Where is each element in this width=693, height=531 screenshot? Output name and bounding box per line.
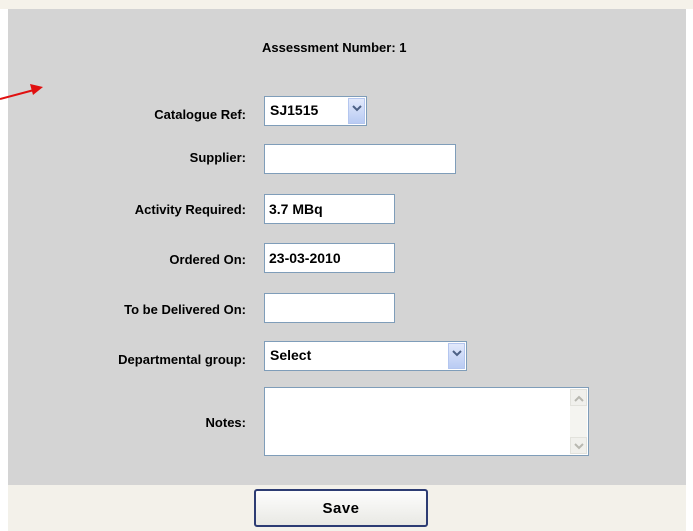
catalogue-ref-value: SJ1515	[270, 102, 319, 118]
scroll-down-icon	[574, 443, 584, 450]
catalogue-ref-label: Catalogue Ref:	[154, 107, 246, 122]
notes-textarea[interactable]	[264, 387, 589, 456]
save-button[interactable]: Save	[254, 489, 428, 527]
catalogue-ref-select[interactable]: SJ1515	[264, 96, 367, 126]
chevron-down-icon	[452, 350, 462, 357]
to-be-delivered-on-field[interactable]	[264, 293, 395, 323]
top-strip	[0, 0, 693, 9]
chevron-down-icon	[352, 105, 362, 112]
ordered-on-field[interactable]	[264, 243, 395, 273]
assessment-number: Assessment Number: 1	[262, 40, 407, 55]
departmental-group-select[interactable]: Select	[264, 341, 467, 371]
activity-required-label: Activity Required:	[134, 202, 246, 217]
catalogue-ref-dropdown-button[interactable]	[348, 98, 365, 124]
departmental-group-value: Select	[270, 347, 312, 363]
departmental-group-dropdown-button[interactable]	[448, 343, 465, 369]
to-be-delivered-on-label: To be Delivered On:	[124, 302, 246, 317]
notes-label: Notes:	[205, 415, 246, 430]
activity-required-field[interactable]	[264, 194, 395, 224]
scroll-down-button[interactable]	[570, 437, 587, 454]
scroll-up-icon	[574, 395, 584, 402]
departmental-group-label: Departmental group:	[118, 352, 246, 367]
scroll-up-button[interactable]	[570, 389, 587, 406]
supplier-label: Supplier:	[189, 150, 246, 165]
red-arrow-icon	[0, 84, 43, 100]
supplier-field[interactable]	[264, 144, 456, 174]
ordered-on-label: Ordered On:	[169, 252, 246, 267]
notes-scrollbar[interactable]	[570, 389, 587, 454]
